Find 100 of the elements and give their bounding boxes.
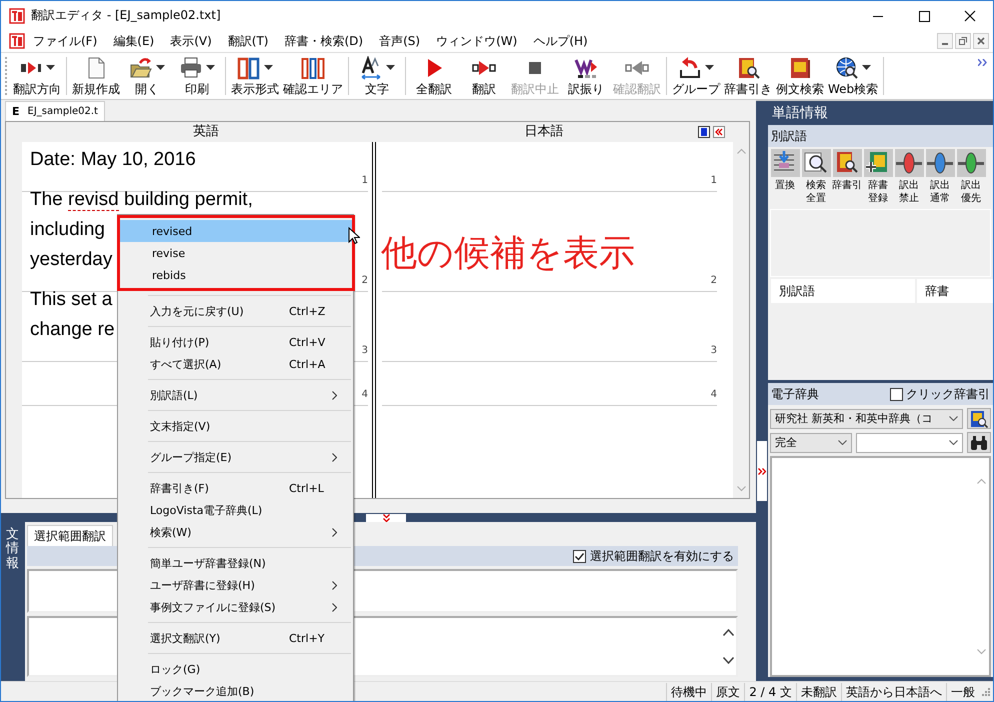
menu-item[interactable]: ブックマーク追加(B) <box>118 680 353 701</box>
source-text-line: including <box>30 218 105 242</box>
section-title: 別訳語 <box>768 125 993 147</box>
menu-item[interactable]: revised <box>120 220 352 242</box>
toolbar-button[interactable]: 翻訳 <box>459 52 509 100</box>
restore-icon[interactable] <box>955 33 971 49</box>
toolbar-button[interactable]: 新規作成 <box>70 52 122 100</box>
menu-item[interactable]: ウィンドウ(W) <box>428 32 526 50</box>
checkbox[interactable] <box>890 388 903 400</box>
splitter-handle[interactable] <box>757 441 767 501</box>
sentence-number: 1 <box>382 175 717 192</box>
toolbar-button[interactable]: Web検索 <box>826 52 880 100</box>
folder-icon <box>129 56 153 80</box>
tool-button[interactable]: 置換 <box>770 149 800 205</box>
toolbar-button[interactable]: 開く <box>122 52 172 100</box>
status-text: 待機中 <box>666 682 712 700</box>
column-header: 英語 <box>192 123 220 141</box>
binoculars-icon <box>970 434 988 450</box>
scroll-down-icon <box>736 486 746 492</box>
match-dropdown[interactable]: 完全 <box>770 432 852 452</box>
resize-grip-icon <box>981 686 991 696</box>
menu-item[interactable]: 辞書・検索(D) <box>276 32 372 50</box>
chevron-down-icon <box>838 440 847 445</box>
undo-arrow-icon <box>678 56 702 80</box>
source-text-line: yesterday <box>30 248 112 272</box>
toolbar-button[interactable]: 翻訳方向 <box>11 52 63 100</box>
tab[interactable]: 選択範囲翻訳 <box>27 525 113 546</box>
tool-button[interactable]: 辞書登録 <box>863 149 893 205</box>
menu-item[interactable]: 翻訳(T) <box>220 32 276 50</box>
menu-item[interactable]: ファイル(F) <box>25 32 106 50</box>
menu-item[interactable]: 事例文ファイルに登録(S) <box>118 596 353 618</box>
menu-item[interactable]: LogoVista電子辞典(L) <box>118 499 353 521</box>
checkbox[interactable] <box>573 550 586 562</box>
section-title: 電子辞典 <box>771 386 820 402</box>
menu-item[interactable]: ユーザ辞書に登録(H) <box>118 574 353 596</box>
overflow-chevron-icon[interactable] <box>978 59 988 66</box>
toolbar-button[interactable]: 訳振り <box>561 52 611 100</box>
status-text: 英語から日本語へ <box>841 682 946 700</box>
menu-item[interactable]: revise <box>120 242 352 264</box>
sentence-number: 3 <box>382 345 717 362</box>
menu-item[interactable]: 表示(V) <box>162 32 220 50</box>
toolbar-button[interactable]: 辞書引き <box>722 52 774 100</box>
menu-item[interactable]: 辞書引き(F) Ctrl+L <box>118 477 353 499</box>
panel-title: 単語情報 <box>771 104 829 123</box>
menu-item[interactable]: 編集(E) <box>105 32 162 50</box>
menu-item[interactable]: 文末指定(V) <box>118 415 353 437</box>
toolbar-button[interactable]: 全翻訳 <box>409 52 459 100</box>
status-text: 2 / 4 文 <box>744 682 796 700</box>
toolbar-button[interactable]: 確認エリア <box>281 52 345 100</box>
document-tab[interactable]: E EJ_sample02.t <box>5 101 105 121</box>
search-button[interactable] <box>967 432 991 453</box>
two-columns-icon <box>237 56 261 80</box>
scroll-up-icon <box>722 628 734 636</box>
book-icon <box>788 56 812 80</box>
toolbar-button[interactable]: グループ <box>670 52 722 100</box>
menu-item[interactable]: グループ指定(E) <box>118 446 353 468</box>
toolbar-button[interactable]: 文字 <box>352 52 402 100</box>
search-field[interactable] <box>856 432 963 452</box>
scroll-up-icon <box>976 478 986 484</box>
checkbox-label: クリック辞書引 <box>906 386 990 402</box>
menu-item[interactable]: ヘルプ(H) <box>525 32 596 50</box>
menu-item[interactable]: 簡単ユーザ辞書登録(N) <box>118 552 353 574</box>
toolbar-button[interactable]: 表示形式 <box>229 52 281 100</box>
app-icon <box>9 8 25 24</box>
scroll-up-icon <box>736 148 746 154</box>
menu-item[interactable]: 入力を元に戻す(U) Ctrl+Z <box>118 300 353 322</box>
document-name: EJ_sample02.t <box>28 106 98 117</box>
panel-title: 文情報 <box>4 526 20 573</box>
expand-chevron-icon <box>382 514 390 522</box>
chevron-down-icon <box>949 440 958 445</box>
mode-label: E <box>12 105 20 118</box>
column-header: 辞書 <box>917 279 993 303</box>
minimize-icon[interactable] <box>937 33 953 49</box>
toolbar-button[interactable]: 印刷 <box>172 52 222 100</box>
mouse-cursor-icon <box>348 227 360 245</box>
panel-icon[interactable] <box>698 126 710 138</box>
dictionary-dropdown[interactable]: 研究社 新英和・和英中辞典（コ <box>770 408 963 428</box>
menu-item[interactable]: ロック(G) <box>118 658 353 680</box>
book-search-icon <box>970 410 988 428</box>
tool-button[interactable]: 訳出優先 <box>956 149 986 205</box>
sentence-number: 4 <box>382 389 717 406</box>
checkbox-label: 選択範囲翻訳を有効にする <box>590 548 734 564</box>
printer-icon <box>179 56 203 80</box>
tool-button[interactable]: 検索全置 <box>801 149 831 205</box>
toolbar-button[interactable]: 例文検索 <box>774 52 826 100</box>
chevron-down-icon <box>949 416 958 421</box>
tool-button[interactable]: 辞書引 <box>832 149 862 205</box>
collapse-chevron-icon[interactable] <box>713 126 725 138</box>
source-text-line: change re <box>30 318 115 342</box>
book-search-icon <box>736 56 760 80</box>
dictionary-button[interactable] <box>967 408 991 429</box>
text-size-icon <box>359 56 383 80</box>
menu-item[interactable]: 選択文翻訳(Y) Ctrl+Y <box>118 627 353 649</box>
tool-button[interactable]: 訳出通常 <box>925 149 955 205</box>
splitter-handle[interactable] <box>366 514 406 522</box>
menu-item[interactable]: 検索(W) <box>118 521 353 543</box>
menu-item[interactable]: 音声(S) <box>371 32 428 50</box>
scroll-down-icon <box>976 649 986 655</box>
source-text-line: Date: May 10, 2016 <box>30 148 196 172</box>
tool-button[interactable]: 訳出禁止 <box>894 149 924 205</box>
